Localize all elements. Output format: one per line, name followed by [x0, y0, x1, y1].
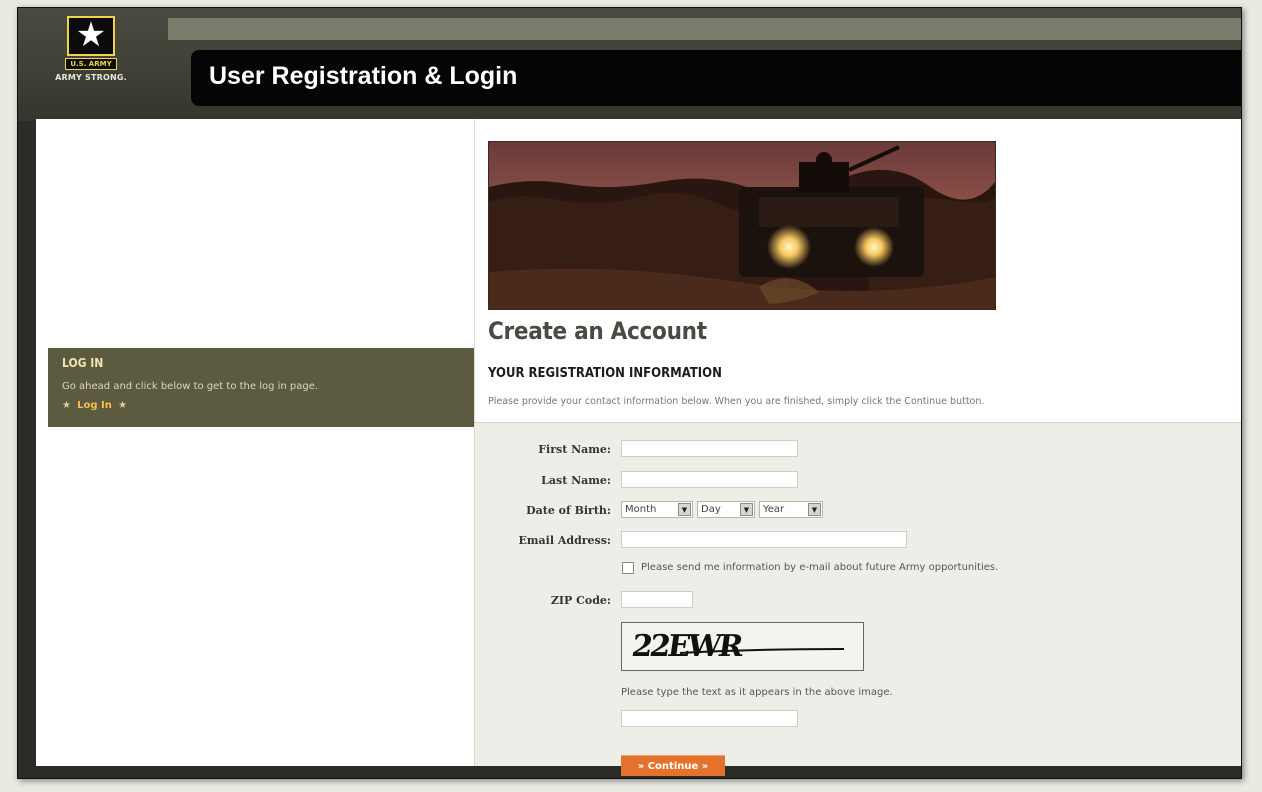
- chevron-down-icon: ▼: [678, 503, 691, 516]
- registration-heading: YOUR REGISTRATION INFORMATION: [488, 366, 722, 381]
- zip-label: ZIP Code:: [550, 594, 611, 607]
- optin-checkbox[interactable]: [622, 562, 634, 574]
- captcha-field[interactable]: [621, 710, 798, 727]
- star-icon: ★: [118, 400, 128, 411]
- title-bar: User Registration & Login: [191, 50, 1241, 106]
- dob-day-select[interactable]: Day ▼: [697, 501, 755, 518]
- logo-tagline: ARMY STRONG.: [55, 73, 127, 82]
- dob-day-value: Day: [701, 504, 721, 515]
- captcha-instructions: Please type the text as it appears in th…: [621, 687, 893, 698]
- first-name-label: First Name:: [538, 443, 611, 456]
- login-link-row: ★ Log In ★: [62, 400, 127, 411]
- optin-label: Please send me information by e-mail abo…: [641, 562, 999, 573]
- humvee-night-photo: [489, 142, 995, 309]
- star-icon: ★: [62, 400, 71, 411]
- logo-star-glyph: ★: [75, 15, 107, 55]
- first-name-field[interactable]: [621, 440, 798, 457]
- right-column: Create an Account YOUR REGISTRATION INFO…: [474, 119, 1241, 776]
- left-column: LOG IN Go ahead and click below to get t…: [36, 119, 474, 766]
- email-label: Email Address:: [518, 534, 612, 547]
- dob-month-select[interactable]: Month ▼: [621, 501, 693, 518]
- registration-form: First Name: Last Name: Date of Birth: Mo…: [475, 422, 1241, 776]
- registration-instructions: Please provide your contact information …: [488, 396, 985, 407]
- chevron-down-icon: ▼: [808, 503, 821, 516]
- continue-button[interactable]: » Continue »: [621, 755, 725, 776]
- login-heading: LOG IN: [62, 356, 104, 370]
- login-link[interactable]: Log In: [77, 400, 112, 411]
- header-stripe: [168, 18, 1241, 40]
- create-account-title: Create an Account: [488, 317, 707, 345]
- last-name-label: Last Name:: [541, 474, 611, 487]
- star-icon: ★: [67, 16, 115, 56]
- header: ★ U.S. ARMY ARMY STRONG. User Registrati…: [18, 8, 1241, 121]
- logo-small-text: U.S. ARMY: [65, 58, 117, 70]
- login-description: Go ahead and click below to get to the l…: [62, 381, 319, 392]
- browser-frame: ★ U.S. ARMY ARMY STRONG. User Registrati…: [17, 7, 1242, 779]
- army-logo[interactable]: ★ U.S. ARMY ARMY STRONG.: [32, 16, 150, 102]
- login-panel: LOG IN Go ahead and click below to get t…: [48, 348, 474, 427]
- captcha-image: 22EWR: [621, 622, 864, 671]
- hero-image: [488, 141, 996, 310]
- dob-month-value: Month: [625, 504, 657, 515]
- captcha-strike-line: [679, 648, 845, 654]
- content-area: LOG IN Go ahead and click below to get t…: [36, 119, 1241, 776]
- zip-field[interactable]: [621, 591, 693, 608]
- dob-label: Date of Birth:: [526, 504, 611, 517]
- email-field[interactable]: [621, 531, 907, 548]
- dob-year-value: Year: [763, 504, 785, 515]
- dob-year-select[interactable]: Year ▼: [759, 501, 823, 518]
- page-title: User Registration & Login: [209, 62, 518, 90]
- chevron-down-icon: ▼: [740, 503, 753, 516]
- last-name-field[interactable]: [621, 471, 798, 488]
- dob-selects: Month ▼ Day ▼ Year ▼: [621, 501, 841, 518]
